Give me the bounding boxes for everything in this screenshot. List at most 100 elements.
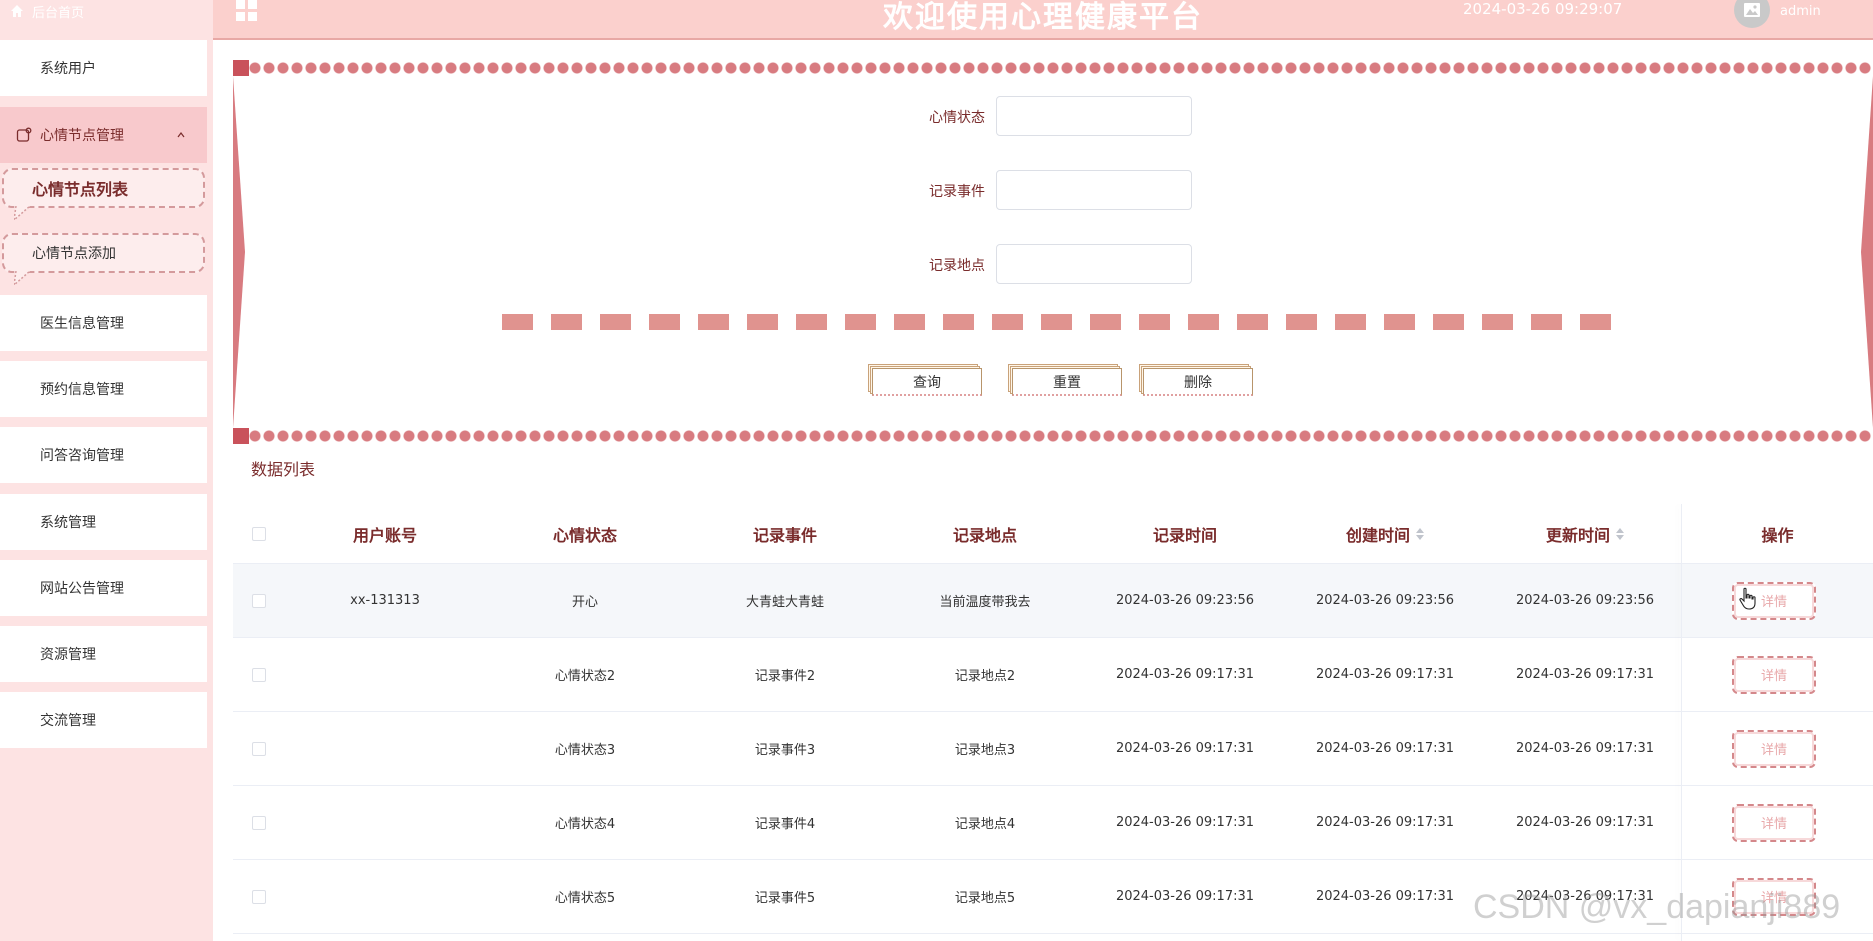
sidebar-item-communication[interactable]: 交流管理 <box>0 692 207 748</box>
table-cell: 2024-03-26 09:17:31 <box>1315 889 1455 904</box>
table-cell: 记录事件5 <box>754 891 816 906</box>
column-header-sortable[interactable]: 更新时间 <box>1485 504 1685 563</box>
query-button[interactable]: 查询 <box>872 368 982 396</box>
sidebar-item-mood-node-management[interactable]: 心情节点管理 <box>0 107 207 163</box>
sidebar-item-label: 网站公告管理 <box>40 581 124 597</box>
sidebar: 后台首页 系统用户 心情节点管理 心情节点列表 心情节点添加 医生信息管理 预约… <box>0 0 213 941</box>
sidebar-item-label: 交流管理 <box>40 713 96 729</box>
bubble-tail-icon <box>14 206 31 220</box>
watermark: CSDN @vx_dapianji889 <box>1473 888 1841 926</box>
table-cell: 心情状态5 <box>554 891 616 906</box>
column-header: 操作 <box>1761 525 1794 545</box>
query-button-wrap: 查询 <box>868 364 982 396</box>
select-all-checkbox[interactable] <box>252 526 266 541</box>
column-header: 心情状态 <box>552 525 617 545</box>
table-cell <box>285 712 485 785</box>
sidebar-item-system-management[interactable]: 系统管理 <box>0 494 207 550</box>
mood-state-input[interactable] <box>996 96 1192 136</box>
mood-menu-icon <box>16 127 32 143</box>
row-checkbox[interactable] <box>252 889 266 904</box>
table-cell: 当前温度带我去 <box>939 595 1031 610</box>
table-row[interactable]: xx-131313 开心 大青蛙大青蛙 当前温度带我去 2024-03-26 0… <box>233 564 1873 638</box>
row-checkbox-cell <box>233 786 285 859</box>
sidebar-subitem-label: 心情节点列表 <box>32 180 129 199</box>
sort-icon[interactable] <box>1616 527 1624 540</box>
form-row-record-location: 记录地点 <box>233 244 1873 284</box>
header-username[interactable]: admin <box>1780 4 1821 19</box>
column-header: 用户账号 <box>352 525 417 545</box>
bubble-tail-icon <box>14 271 31 285</box>
row-checkbox-cell <box>233 564 285 637</box>
home-icon <box>10 4 24 18</box>
row-checkbox[interactable] <box>252 815 266 830</box>
sidebar-item-site-announcement[interactable]: 网站公告管理 <box>0 560 207 616</box>
sidebar-item-label: 系统用户 <box>40 61 96 77</box>
chevron-up-icon <box>177 131 185 139</box>
detail-button[interactable]: 详情 <box>1732 729 1816 768</box>
table-cell: 心情状态3 <box>554 743 616 758</box>
fixed-column-divider <box>1681 504 1682 941</box>
decorative-divider <box>502 314 1620 330</box>
table-cell: 2024-03-26 09:17:31 <box>1515 741 1655 756</box>
reset-button-wrap: 重置 <box>1008 364 1122 396</box>
table-cell: 记录地点2 <box>954 669 1016 684</box>
table-cell: 2024-03-26 09:23:56 <box>1515 593 1655 608</box>
row-checkbox-cell <box>233 712 285 785</box>
decorative-border-bottom <box>233 428 1873 444</box>
sidebar-item-label: 系统管理 <box>40 515 96 531</box>
header-checkbox-cell <box>233 504 285 563</box>
table-row[interactable]: 心情状态2 记录事件2 记录地点2 2024-03-26 09:17:31 20… <box>233 638 1873 712</box>
action-cell: 详情 <box>1682 638 1873 711</box>
table-cell: 心情状态2 <box>554 669 616 684</box>
table-cell: 大青蛙大青蛙 <box>745 595 824 610</box>
table-row[interactable]: 心情状态3 记录事件3 记录地点3 2024-03-26 09:17:31 20… <box>233 712 1873 786</box>
column-header-label: 创建时间 <box>1345 525 1410 545</box>
sidebar-subitem-mood-node-add[interactable]: 心情节点添加 <box>2 233 205 285</box>
decorative-corner <box>233 428 249 444</box>
column-header: 记录地点 <box>952 525 1017 545</box>
table-cell: 2024-03-26 09:17:31 <box>1115 741 1255 756</box>
table-cell: 开心 <box>571 595 598 610</box>
sidebar-item-system-users[interactable]: 系统用户 <box>0 40 207 96</box>
detail-button[interactable]: 详情 <box>1732 803 1816 842</box>
sidebar-item-doctor-info[interactable]: 医生信息管理 <box>0 295 207 351</box>
decorative-border-top <box>233 60 1873 76</box>
decorative-corner <box>233 60 249 76</box>
mood-state-label: 心情状态 <box>929 110 985 126</box>
reset-button[interactable]: 重置 <box>1012 368 1122 396</box>
action-cell: 详情 <box>1682 786 1873 859</box>
table-cell: 2024-03-26 09:17:31 <box>1515 667 1655 682</box>
sidebar-item-resources[interactable]: 资源管理 <box>0 626 207 682</box>
table-cell: 2024-03-26 09:23:56 <box>1315 593 1455 608</box>
record-location-input[interactable] <box>996 244 1192 284</box>
table-cell: 记录地点3 <box>954 743 1016 758</box>
column-header: 记录时间 <box>1152 525 1217 545</box>
image-icon <box>1744 3 1760 17</box>
sidebar-item-appointment-info[interactable]: 预约信息管理 <box>0 361 207 417</box>
form-row-record-event: 记录事件 <box>233 170 1873 210</box>
delete-button-wrap: 删除 <box>1139 364 1253 396</box>
form-row-mood-state: 心情状态 <box>233 96 1873 136</box>
column-header: 记录事件 <box>752 525 817 545</box>
row-checkbox-cell <box>233 860 285 933</box>
row-checkbox[interactable] <box>252 741 266 756</box>
delete-button[interactable]: 删除 <box>1143 368 1253 396</box>
sidebar-home[interactable]: 后台首页 <box>0 0 213 22</box>
sidebar-item-qa-consult[interactable]: 问答咨询管理 <box>0 427 207 483</box>
row-checkbox[interactable] <box>252 593 266 608</box>
sidebar-item-label: 资源管理 <box>40 647 96 663</box>
row-checkbox[interactable] <box>252 667 266 682</box>
sidebar-item-label: 预约信息管理 <box>40 382 124 398</box>
table-row[interactable]: 心情状态4 记录事件4 记录地点4 2024-03-26 09:17:31 20… <box>233 786 1873 860</box>
sidebar-subitem-label: 心情节点添加 <box>32 246 116 262</box>
sidebar-item-label: 心情节点管理 <box>40 128 124 144</box>
sort-icon[interactable] <box>1416 527 1424 540</box>
detail-button[interactable]: 详情 <box>1732 655 1816 694</box>
hand-cursor-icon <box>1739 587 1756 610</box>
column-header-sortable[interactable]: 创建时间 <box>1285 504 1485 563</box>
row-checkbox-cell <box>233 638 285 711</box>
table-cell: 记录事件3 <box>754 743 816 758</box>
record-event-input[interactable] <box>996 170 1192 210</box>
sidebar-subitem-mood-node-list[interactable]: 心情节点列表 <box>2 168 205 220</box>
record-event-label: 记录事件 <box>929 184 985 200</box>
